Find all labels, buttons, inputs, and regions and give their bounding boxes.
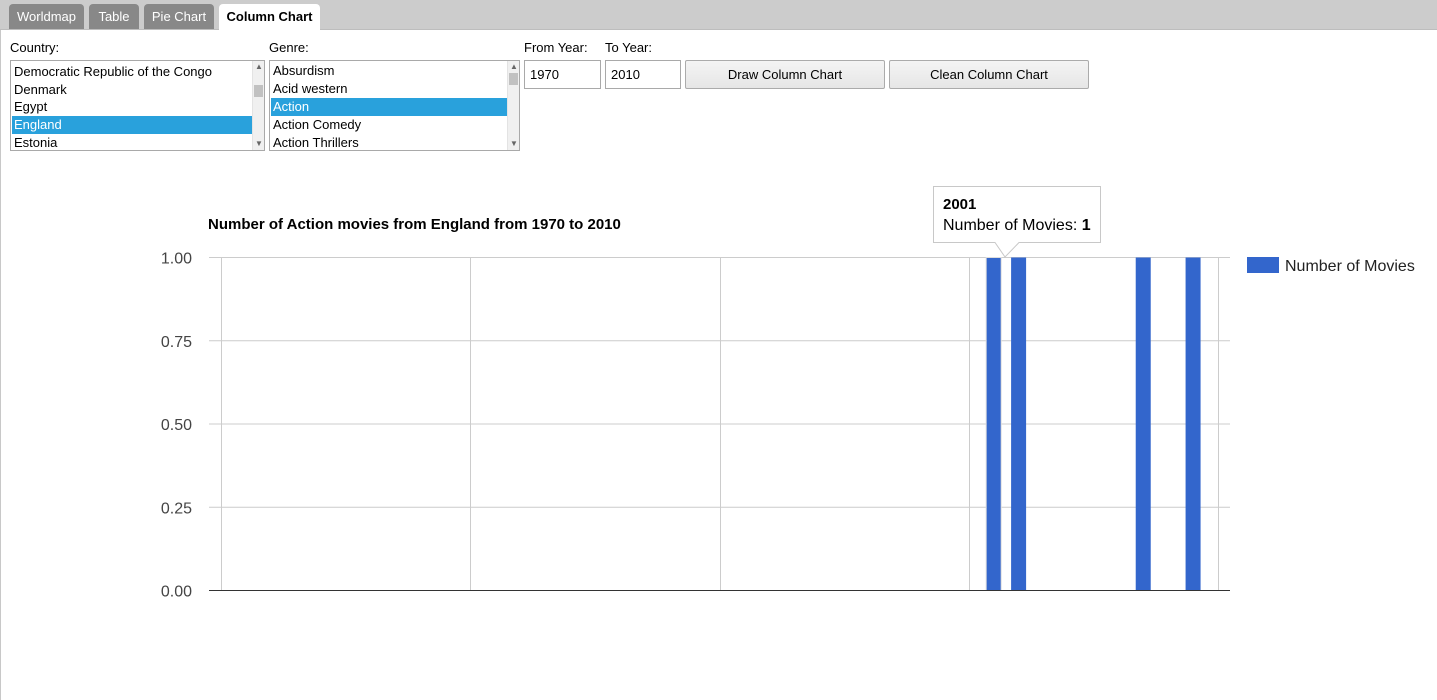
tab-worldmap[interactable]: Worldmap [9,4,84,29]
genre-scrollbar[interactable]: ▲ ▼ [507,61,519,150]
column-bar[interactable] [985,257,1002,591]
genre-select[interactable]: Absurdism Acid western Action Action Com… [269,60,520,151]
tooltip-year: 2001 [943,196,976,213]
scroll-down-arrow-icon[interactable]: ▼ [508,138,519,150]
y-tick-label: 0.25 [161,500,192,517]
genre-option[interactable]: Action Comedy [271,116,507,134]
y-tick-label: 0.50 [161,417,192,434]
tooltip-label: Number of Movies: [943,217,1082,234]
to-year-label: To Year: [605,40,652,55]
tooltip-text: Number of Movies: 1 [943,217,1091,234]
from-year-label: From Year: [524,40,588,55]
scroll-thumb[interactable] [509,73,518,85]
chart-tooltip: 2001 Number of Movies: 1 [933,186,1101,258]
clean-column-chart-button[interactable]: Clean Column Chart [889,60,1089,89]
country-option[interactable]: Estonia [12,134,252,150]
country-select[interactable]: Democratic Republic of the Congo Denmark… [10,60,265,151]
scroll-up-arrow-icon[interactable]: ▲ [508,61,519,73]
country-option[interactable]: Egypt [12,98,252,116]
legend-label: Number of Movies [1285,258,1415,275]
genre-label: Genre: [269,40,309,55]
tab-table[interactable]: Table [89,4,139,29]
genre-option[interactable]: Absurdism [271,62,507,80]
draw-column-chart-button[interactable]: Draw Column Chart [685,60,885,89]
scroll-thumb[interactable] [254,85,263,97]
genre-option-selected[interactable]: Action [271,98,507,116]
page-left-border [0,29,1,700]
chart-title: Number of Action movies from England fro… [208,216,621,233]
country-option[interactable]: Denmark [12,81,252,99]
y-tick-label: 1.00 [161,251,192,268]
to-year-input[interactable]: 2010 [605,60,681,89]
country-label: Country: [10,40,60,55]
y-tick-label: 0.00 [161,584,192,601]
tab-pie-chart[interactable]: Pie Chart [144,4,214,29]
country-option-selected[interactable]: England [12,116,252,134]
country-option[interactable]: Democratic Republic of the Congo [12,63,252,81]
scroll-up-arrow-icon[interactable]: ▲ [253,61,264,73]
country-scrollbar[interactable]: ▲ ▼ [252,61,264,150]
tab-column-chart[interactable]: Column Chart [219,4,320,30]
tab-bar: Worldmap Table Pie Chart Column Chart [0,0,1437,30]
genre-option[interactable]: Action Thrillers [271,134,507,150]
y-tick-label: 0.75 [161,334,192,351]
genre-option[interactable]: Acid western [271,80,507,98]
scroll-down-arrow-icon[interactable]: ▼ [253,138,264,150]
from-year-input[interactable]: 1970 [524,60,601,89]
column-bar[interactable] [1135,257,1151,591]
column-bar[interactable] [1185,257,1201,591]
tooltip-value: 1 [1082,217,1091,234]
column-bar[interactable] [1011,257,1027,591]
legend-swatch [1247,257,1279,273]
